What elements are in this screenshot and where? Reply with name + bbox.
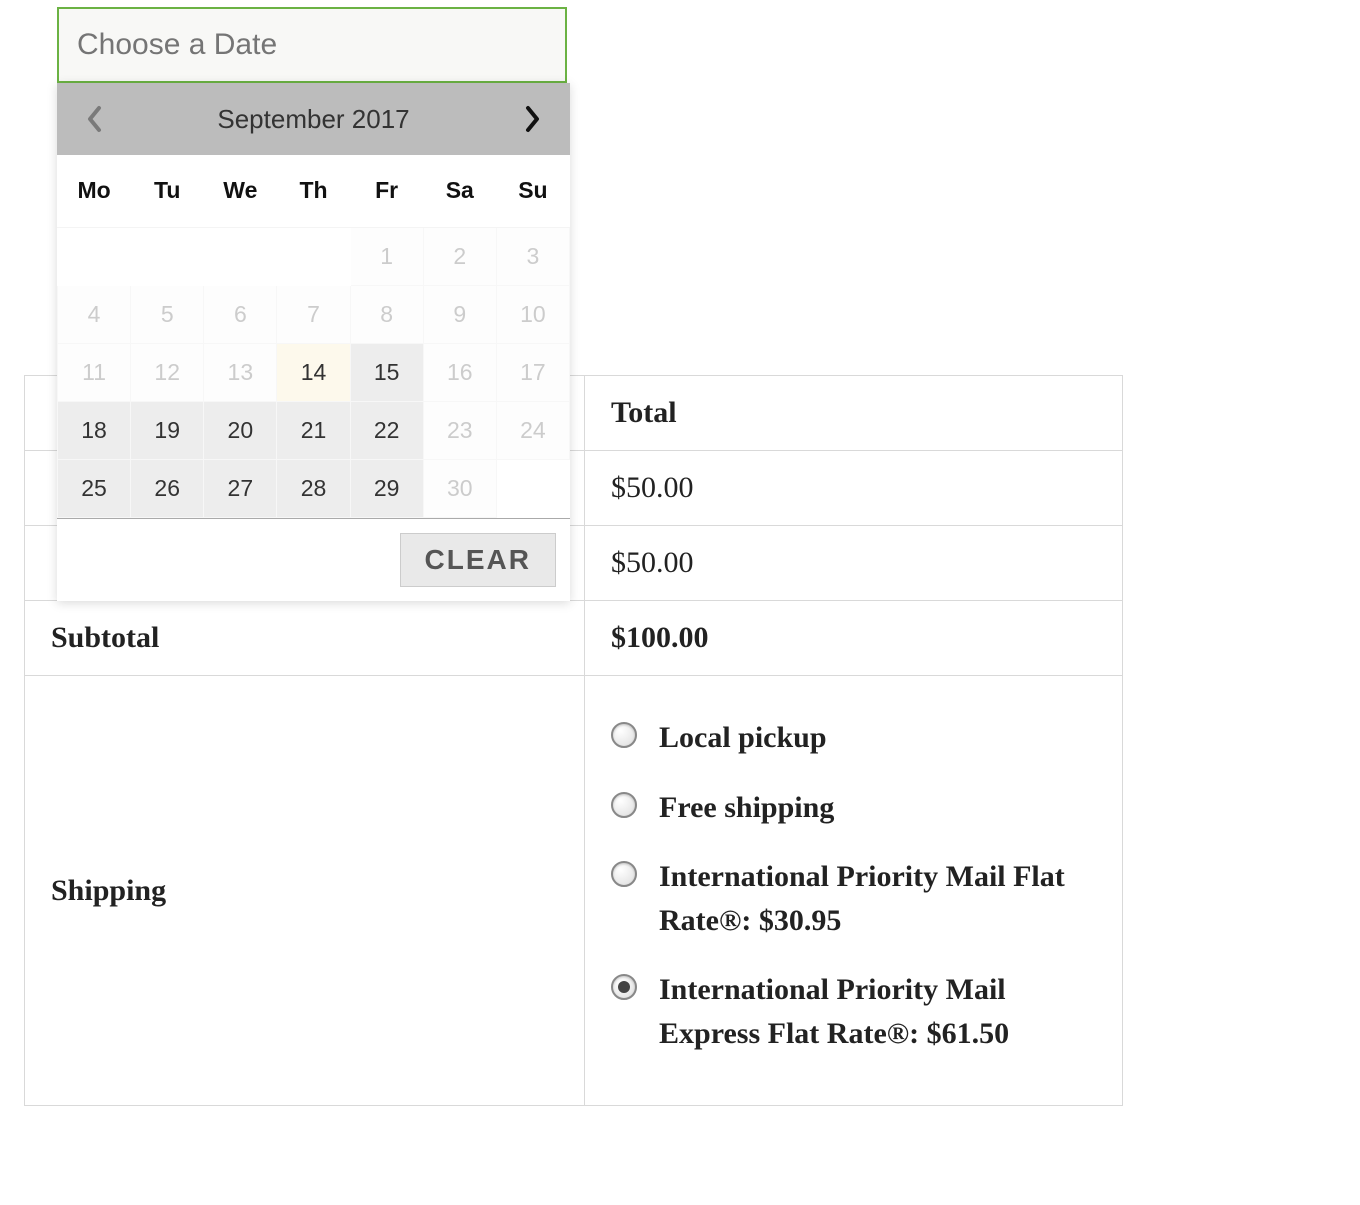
weekday-header: We — [204, 155, 277, 227]
calendar-day[interactable]: 20 — [204, 401, 277, 459]
shipping-option[interactable]: International Priority Mail Express Flat… — [611, 968, 1096, 1055]
calendar-day — [496, 459, 569, 517]
subtotal-row: Subtotal $100.00 — [25, 601, 1123, 676]
calendar-day[interactable]: 14 — [277, 343, 350, 401]
clear-button[interactable]: CLEAR — [400, 533, 556, 587]
calendar-day: 16 — [423, 343, 496, 401]
calendar-day: 10 — [496, 285, 569, 343]
calendar-day: 12 — [131, 343, 204, 401]
datepicker-popup: September 2017 MoTuWeThFrSaSu 1234567891… — [57, 83, 570, 601]
shipping-option[interactable]: Local pickup — [611, 716, 1096, 760]
weekday-header: Th — [277, 155, 350, 227]
calendar-day: 9 — [423, 285, 496, 343]
shipping-row: Shipping Local pickup Free shipping Intern… — [25, 676, 1123, 1106]
shipping-option-label: International Priority Mail Flat Rate®: … — [659, 855, 1096, 942]
calendar-day: 11 — [58, 343, 131, 401]
calendar-day[interactable]: 18 — [58, 401, 131, 459]
calendar-day: 7 — [277, 285, 350, 343]
date-input[interactable] — [57, 7, 567, 83]
radio-button[interactable] — [611, 722, 637, 748]
row-value: $50.00 — [585, 451, 1123, 526]
shipping-option[interactable]: Free shipping — [611, 786, 1096, 830]
weekday-header: Sa — [423, 155, 496, 227]
calendar-day: 13 — [204, 343, 277, 401]
calendar-day: 30 — [423, 459, 496, 517]
chevron-left-icon — [85, 105, 105, 133]
calendar-day[interactable]: 29 — [350, 459, 423, 517]
calendar-day — [277, 227, 350, 285]
subtotal-label: Subtotal — [25, 601, 585, 676]
radio-button[interactable] — [611, 792, 637, 818]
calendar-day[interactable]: 28 — [277, 459, 350, 517]
calendar-day — [204, 227, 277, 285]
datepicker-footer: CLEAR — [57, 518, 570, 601]
calendar-day: 3 — [496, 227, 569, 285]
next-month-button[interactable] — [512, 99, 552, 139]
calendar-day: 23 — [423, 401, 496, 459]
weekday-header: Su — [496, 155, 569, 227]
calendar-day: 5 — [131, 285, 204, 343]
calendar-day: 2 — [423, 227, 496, 285]
calendar-day[interactable]: 25 — [58, 459, 131, 517]
shipping-label: Shipping — [25, 676, 585, 1106]
calendar-day[interactable]: 27 — [204, 459, 277, 517]
row-value: $50.00 — [585, 526, 1123, 601]
chevron-right-icon — [522, 105, 542, 133]
prev-month-button[interactable] — [75, 99, 115, 139]
calendar-day: 4 — [58, 285, 131, 343]
calendar-day — [58, 227, 131, 285]
calendar-day: 8 — [350, 285, 423, 343]
datepicker-table: MoTuWeThFrSaSu 1234567891011121314151617… — [57, 155, 570, 518]
calendar-day: 1 — [350, 227, 423, 285]
calendar-day: 6 — [204, 285, 277, 343]
calendar-day — [131, 227, 204, 285]
calendar-day[interactable]: 21 — [277, 401, 350, 459]
shipping-options-cell: Local pickup Free shipping International P… — [585, 676, 1123, 1106]
subtotal-value: $100.00 — [585, 601, 1123, 676]
radio-button[interactable] — [611, 974, 637, 1000]
calendar-day[interactable]: 22 — [350, 401, 423, 459]
datepicker-title: September 2017 — [217, 104, 409, 135]
calendar-day[interactable]: 15 — [350, 343, 423, 401]
weekday-header: Fr — [350, 155, 423, 227]
table-header-total: Total — [585, 376, 1123, 451]
shipping-option-label: International Priority Mail Express Flat… — [659, 968, 1096, 1055]
shipping-option-label: Free shipping — [659, 786, 1096, 830]
radio-button[interactable] — [611, 861, 637, 887]
calendar-day: 17 — [496, 343, 569, 401]
calendar-day[interactable]: 26 — [131, 459, 204, 517]
calendar-day: 24 — [496, 401, 569, 459]
datepicker-header: September 2017 — [57, 83, 570, 155]
weekday-header: Tu — [131, 155, 204, 227]
calendar-day[interactable]: 19 — [131, 401, 204, 459]
shipping-option[interactable]: International Priority Mail Flat Rate®: … — [611, 855, 1096, 942]
shipping-option-label: Local pickup — [659, 716, 1096, 760]
weekday-header: Mo — [58, 155, 131, 227]
